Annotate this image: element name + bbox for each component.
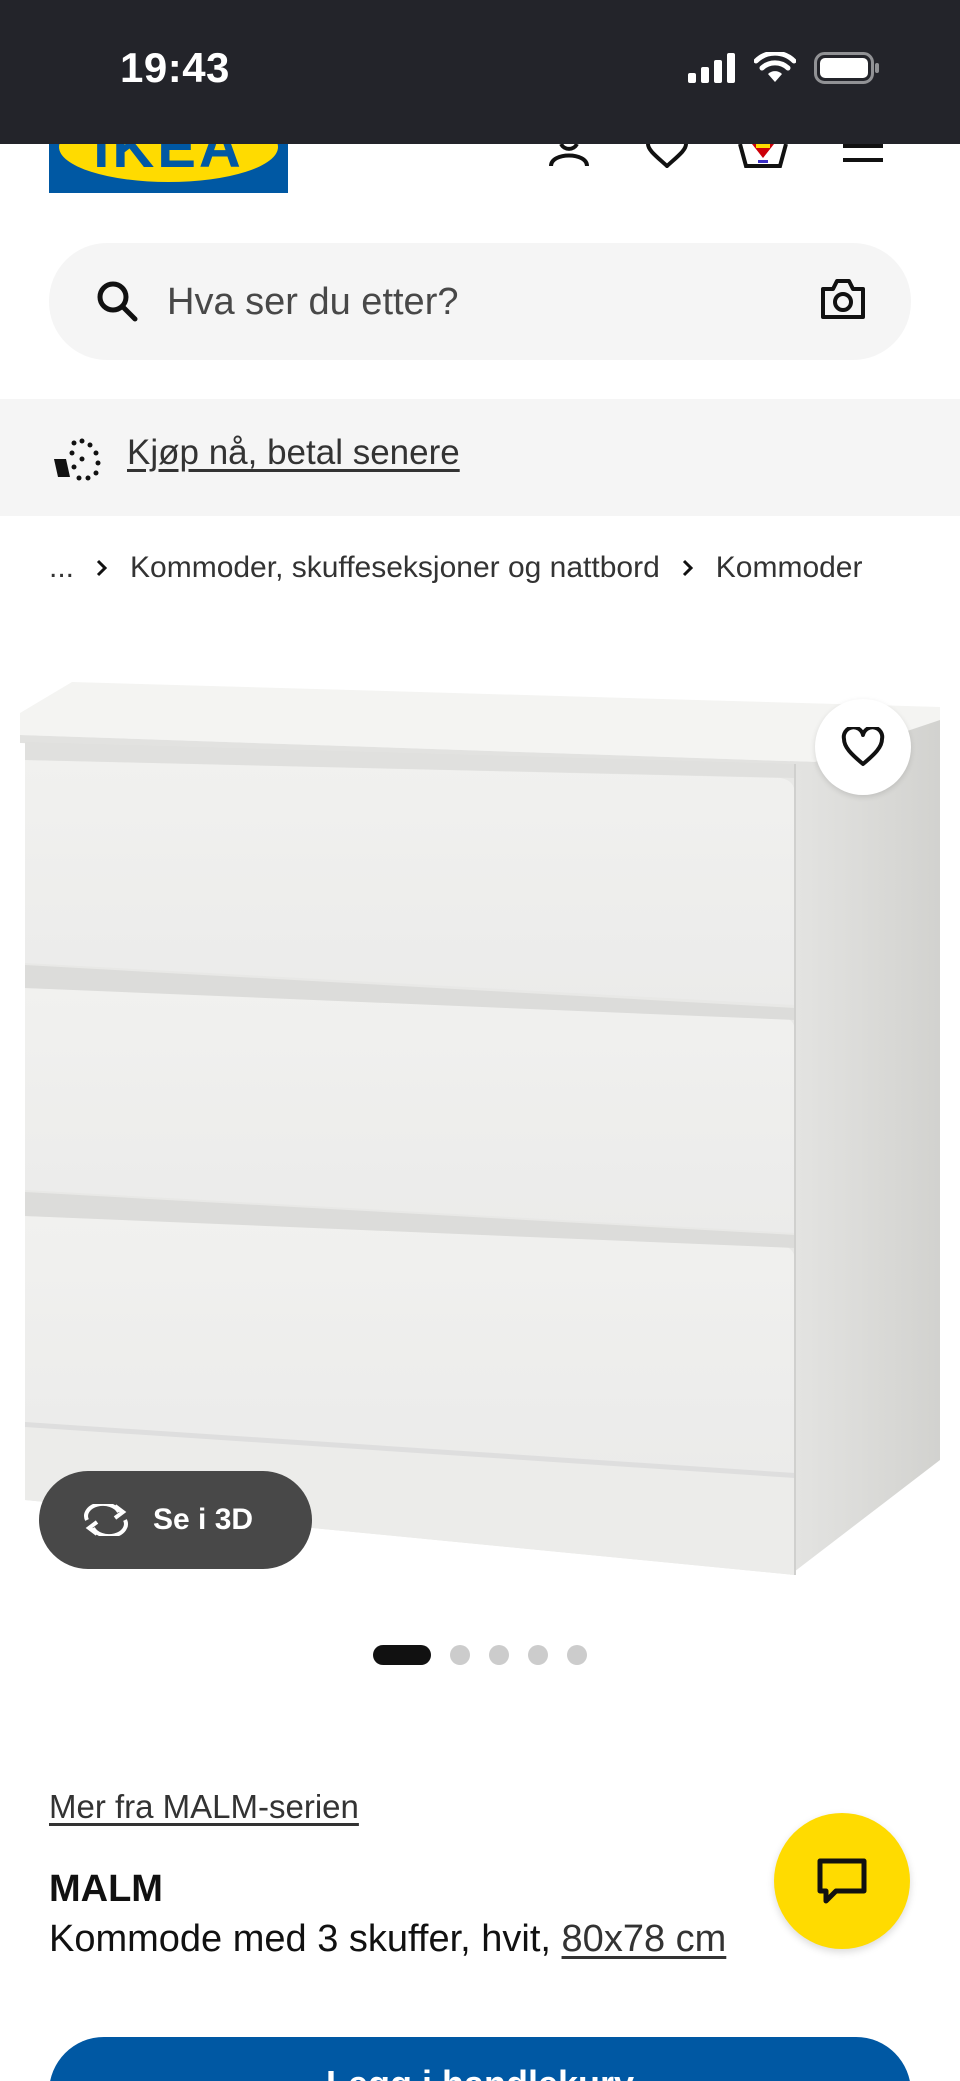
carousel-dot[interactable] <box>567 1645 587 1665</box>
product-name: MALM <box>49 1868 163 1910</box>
carousel-dot[interactable] <box>489 1645 509 1665</box>
ikea-logo[interactable]: IKEA <box>49 144 288 193</box>
product-image[interactable] <box>0 660 960 1600</box>
breadcrumb-category[interactable]: Kommoder, skuffeseksjoner og nattbord <box>130 551 660 585</box>
pay-later-link[interactable]: Kjøp nå, betal senere <box>127 433 460 473</box>
menu-icon[interactable] <box>835 144 891 174</box>
chat-icon <box>817 1858 867 1904</box>
add-to-cart-button[interactable]: Legg i handlekurv <box>49 2037 911 2081</box>
pay-later-icon <box>54 438 101 481</box>
site-header: IKEA <box>0 144 960 214</box>
series-link[interactable]: Mer fra MALM-serien <box>49 1788 359 1826</box>
chevron-right-icon <box>682 558 694 578</box>
status-time: 19:43 <box>120 44 230 91</box>
logo-text: IKEA <box>93 144 244 180</box>
product-size-link[interactable]: 80x78 cm <box>562 1918 727 1960</box>
product-description-text: Kommode med 3 skuffer, hvit, <box>49 1918 562 1960</box>
carousel-dot-active[interactable] <box>373 1645 431 1665</box>
carousel-dot[interactable] <box>450 1645 470 1665</box>
status-icons <box>688 52 880 84</box>
search-bar <box>49 243 911 360</box>
favorite-button[interactable] <box>815 699 911 795</box>
basket-icon[interactable] <box>735 144 791 174</box>
search-input[interactable] <box>167 267 807 337</box>
breadcrumb: ... Kommoder, skuffeseksjoner og nattbor… <box>49 545 862 590</box>
search-icon[interactable] <box>95 279 139 323</box>
promo-banner: Kjøp nå, betal senere <box>0 399 960 516</box>
carousel-pagination <box>0 1645 960 1665</box>
battery-icon <box>814 52 879 84</box>
view-3d-button[interactable]: Se i 3D <box>39 1471 312 1569</box>
cellular-signal-icon <box>688 53 735 83</box>
chevron-right-icon <box>96 558 108 578</box>
user-icon[interactable] <box>541 144 597 174</box>
product-description: Kommode med 3 skuffer, hvit, 80x78 cm <box>49 1918 726 1961</box>
rotate-icon <box>84 1504 128 1536</box>
heart-icon[interactable] <box>639 144 695 174</box>
view-3d-label: Se i 3D <box>153 1503 254 1536</box>
wifi-icon <box>754 52 796 82</box>
heart-icon <box>841 727 885 766</box>
breadcrumb-ellipsis[interactable]: ... <box>49 551 74 585</box>
camera-icon[interactable] <box>819 277 867 321</box>
chat-button[interactable] <box>774 1813 910 1949</box>
status-bar: 19:43 <box>0 0 960 144</box>
carousel-dot[interactable] <box>528 1645 548 1665</box>
breadcrumb-current[interactable]: Kommoder <box>716 551 863 585</box>
